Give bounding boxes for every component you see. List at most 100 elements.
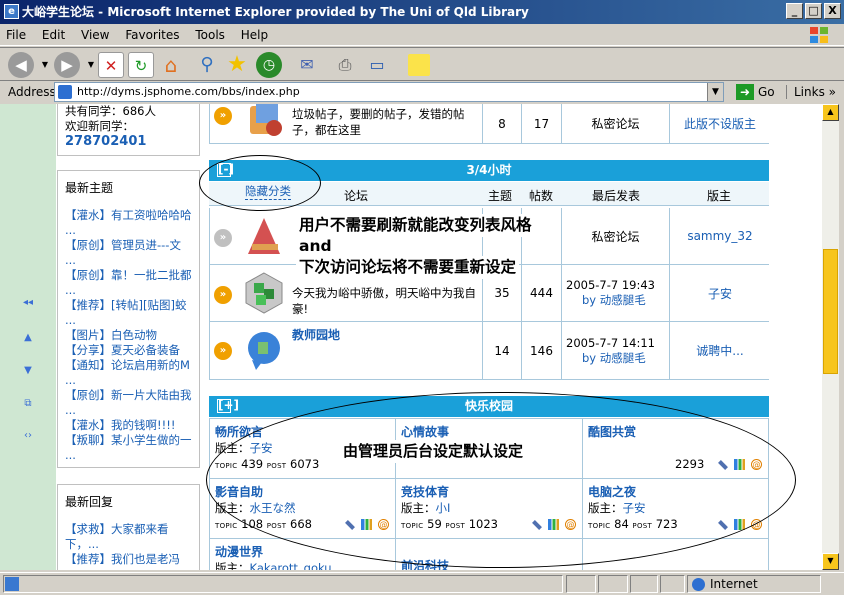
chat-forum-icon: [248, 332, 280, 370]
latest-topic-link[interactable]: 【原创】靠！一批二批都 ...: [58, 268, 199, 298]
search-icon[interactable]: ⚲: [194, 52, 220, 78]
home-icon[interactable]: ⌂: [158, 52, 184, 78]
col-moderator: 版主: [707, 189, 732, 203]
annotation-line-2: and: [296, 235, 335, 258]
forum-row: » 教师园地 14 146 2005-7-7 14:11 by 动感腿毛 诚聘中…: [209, 322, 769, 380]
address-dropdown-icon[interactable]: ▼: [707, 83, 723, 101]
back-icon[interactable]: ◀: [8, 52, 34, 78]
forward-icon[interactable]: ▶: [54, 52, 80, 78]
window-titlebar: e 大峪学生论坛 - Microsoft Internet Explorer p…: [0, 0, 844, 24]
post-count: 444: [522, 265, 562, 321]
annotation-line-1: 用户不需要刷新就能改变列表风格: [296, 214, 535, 237]
scroll-up-icon[interactable]: ▲: [822, 104, 839, 121]
last-post-date: 2005-7-7 14:11: [566, 335, 655, 350]
menu-bar: File Edit View Favorites Tools Help: [0, 24, 844, 46]
nav-down-icon[interactable]: ▼: [22, 365, 34, 376]
col-posts: 帖数: [529, 189, 554, 203]
latest-topic-link[interactable]: 【叛聊】某小学生做的一 ...: [58, 433, 199, 463]
forum-name-link[interactable]: 动漫世界: [215, 543, 263, 560]
print-icon[interactable]: ⎙: [332, 52, 358, 78]
moderator-link[interactable]: 子安: [670, 265, 770, 321]
window-controls: _ □ X: [786, 3, 841, 19]
forum-description: 今天我为峪中骄傲，明天峪中为我自豪!: [292, 286, 476, 316]
last-post-author[interactable]: by 动感腿毛: [566, 350, 646, 366]
last-post-author[interactable]: by 动感腿毛: [566, 292, 646, 308]
address-input[interactable]: http://dyms.jsphome.com/bbs/index.php ▼: [54, 82, 724, 102]
page-viewport: ◂◂ ▲ ▼ ⧉ ‹› 共有同学：686人 欢迎新同学： 278702401 最…: [0, 104, 822, 570]
latest-replies-heading: 最新回复: [65, 495, 114, 509]
close-button[interactable]: X: [824, 3, 841, 19]
menu-file[interactable]: File: [0, 24, 32, 46]
latest-topic-link[interactable]: 【分享】夏天必备装备: [58, 343, 199, 358]
moderator-link[interactable]: Kakarott_goku: [250, 561, 332, 570]
forum-row-trash: » 垃圾帖子，要删的帖子，发错的帖子，都在这里 8 17 私密论坛 此版不设版主: [209, 104, 769, 144]
topic-count: 8: [482, 104, 522, 143]
latest-reply-link[interactable]: 【求救】大家都来看下，...: [58, 522, 199, 552]
forum-status-icon: »: [214, 342, 232, 360]
status-cell: [566, 575, 596, 593]
moderator-link[interactable]: 诚聘中...: [670, 322, 770, 379]
nav-expand-icon[interactable]: ‹›: [22, 430, 34, 441]
back-dropdown-icon[interactable]: ▼: [40, 52, 50, 78]
latest-topic-link[interactable]: 【原创】管理员进---文 ...: [58, 238, 199, 268]
edit-icon[interactable]: ▭: [364, 52, 390, 78]
address-url: http://dyms.jsphome.com/bbs/index.php: [77, 85, 300, 98]
globe-icon: [692, 578, 705, 591]
expand-toggle[interactable]: [+]: [217, 399, 239, 413]
maximize-button[interactable]: □: [805, 3, 822, 19]
stop-icon[interactable]: ✕: [98, 52, 124, 78]
scroll-thumb[interactable]: [823, 249, 838, 374]
links-button[interactable]: Links »: [786, 85, 836, 99]
forum-description: 垃圾帖子，要删的帖子，发错的帖子，都在这里: [292, 107, 465, 137]
menu-edit[interactable]: Edit: [36, 24, 71, 46]
last-post: 私密论坛: [562, 208, 670, 264]
latest-topic-link[interactable]: 【图片】白色动物: [58, 328, 199, 343]
favorites-star-icon[interactable]: ★: [224, 52, 250, 78]
forum-name-link[interactable]: 教师园地: [292, 326, 340, 343]
welcome-label: 欢迎新同学：: [65, 119, 134, 133]
latest-reply-link[interactable]: 【推荐】我们也是老冯: [58, 552, 199, 567]
new-member-link[interactable]: 278702401: [58, 134, 199, 149]
moderator-link[interactable]: sammy_32: [670, 208, 770, 264]
latest-topics-box: 最新主题 【灌水】有工资啦哈哈哈 ... 【原创】管理员进---文 ... 【原…: [57, 170, 200, 468]
last-post: 2005-7-7 14:11 by 动感腿毛: [562, 322, 670, 379]
trash-forum-icon: [250, 104, 282, 136]
topic-count: 14: [482, 322, 522, 379]
col-last-post: 最后发表: [592, 189, 641, 203]
menu-tools[interactable]: Tools: [189, 24, 231, 46]
address-bar: Address http://dyms.jsphome.com/bbs/inde…: [0, 81, 844, 103]
last-post-date: 2005-7-7 19:43: [566, 278, 655, 292]
forward-dropdown-icon[interactable]: ▼: [86, 52, 96, 78]
mod-label: 版主：: [215, 561, 250, 570]
history-icon[interactable]: ◷: [256, 52, 282, 78]
zone-label: Internet: [710, 577, 758, 591]
minimize-button[interactable]: _: [786, 3, 803, 19]
section-title: 3/4小时: [466, 163, 512, 177]
latest-topic-link[interactable]: 【原创】新一片大陆由我 ...: [58, 388, 199, 418]
latest-topics-heading: 最新主题: [65, 181, 114, 195]
refresh-icon[interactable]: ↻: [128, 52, 154, 78]
scroll-down-icon[interactable]: ▼: [822, 553, 839, 570]
nav-back-icon[interactable]: ◂◂: [22, 297, 34, 308]
latest-topic-link[interactable]: 【通知】论坛启用新的M ...: [58, 358, 199, 388]
nav-window-icon[interactable]: ⧉: [22, 398, 34, 409]
latest-topic-link[interactable]: 【推荐】[转帖][贴图]蛟 ...: [58, 298, 199, 328]
latest-topic-link[interactable]: 【灌水】有工资啦哈哈哈 ...: [58, 208, 199, 238]
annotation-line-3: 下次访问论坛将不需要重新设定: [296, 256, 520, 279]
notes-icon[interactable]: [408, 54, 430, 76]
last-post: 2005-7-7 19:43 by 动感腿毛: [562, 265, 670, 321]
menu-view[interactable]: View: [75, 24, 115, 46]
nav-up-icon[interactable]: ▲: [22, 332, 34, 343]
moderator-link[interactable]: 此版不设版主: [670, 104, 770, 143]
go-label: Go: [758, 85, 775, 99]
links-label: Links: [794, 85, 825, 99]
go-button[interactable]: ➜ Go: [736, 84, 775, 100]
menu-favorites[interactable]: Favorites: [119, 24, 185, 46]
vertical-scrollbar[interactable]: ▲ ▼: [822, 104, 839, 570]
mail-icon[interactable]: ✉: [294, 52, 320, 78]
browser-toolbar: ◀ ▼ ▶ ▼ ✕ ↻ ⌂ ⚲ ★ ◷ ✉ ⎙ ▭: [0, 47, 844, 81]
address-label: Address: [8, 85, 56, 99]
latest-topic-link[interactable]: 【灌水】我的钱啊!!!!: [58, 418, 199, 433]
latest-replies-box: 最新回复 【求救】大家都来看下，... 【推荐】我们也是老冯: [57, 484, 200, 570]
menu-help[interactable]: Help: [235, 24, 274, 46]
